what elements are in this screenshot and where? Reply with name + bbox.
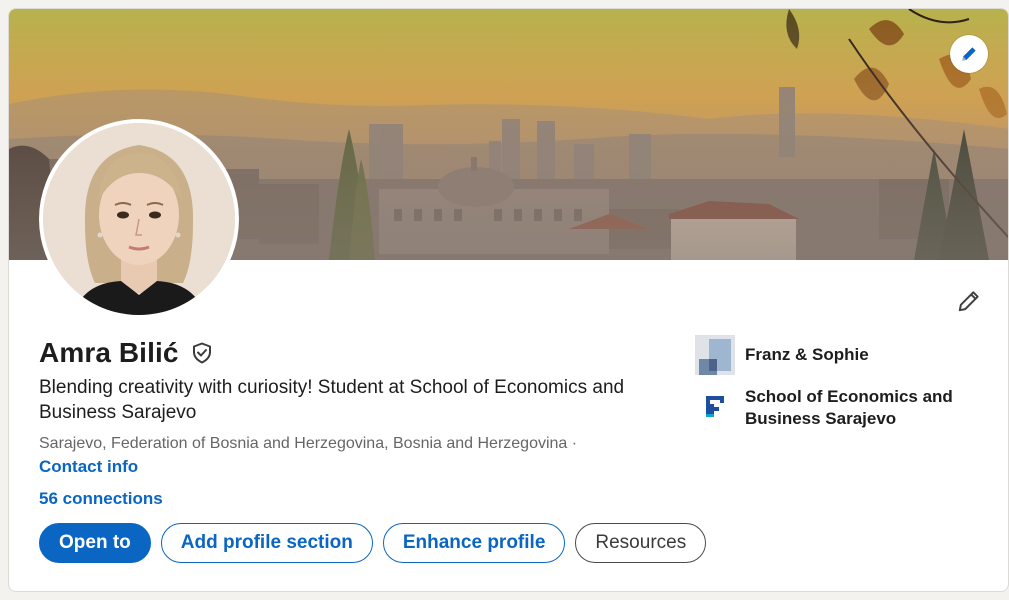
current-company-link[interactable]: Franz & Sophie <box>695 335 869 375</box>
company-logo-icon <box>695 335 735 375</box>
enhance-profile-button[interactable]: Enhance profile <box>382 523 566 563</box>
contact-info-link[interactable]: Contact info <box>39 457 138 477</box>
open-to-button[interactable]: Open to <box>39 523 151 563</box>
profile-card: Amra Bilić Blending creativity with curi… <box>8 8 1009 592</box>
profile-name: Amra Bilić <box>39 337 179 368</box>
school-logo-icon <box>695 385 735 425</box>
profile-actions: Open to Add profile section Enhance prof… <box>39 523 707 563</box>
shield-check-icon[interactable] <box>189 340 215 366</box>
profile-headline: Blending creativity with curiosity! Stud… <box>39 377 625 423</box>
profile-avatar[interactable] <box>39 119 239 319</box>
edit-banner-button[interactable] <box>950 35 988 73</box>
pencil-icon <box>958 291 979 312</box>
company-name: Franz & Sophie <box>745 345 869 364</box>
pencil-icon <box>962 47 976 61</box>
school-name: School of Economics and Business Sarajev… <box>745 387 953 428</box>
add-profile-section-button[interactable]: Add profile section <box>160 523 373 563</box>
resources-button[interactable]: Resources <box>575 523 707 563</box>
education-link[interactable]: School of Economics and Business Sarajev… <box>695 385 965 430</box>
edit-intro-button[interactable] <box>951 283 987 319</box>
connections-link[interactable]: 56 connections <box>39 489 163 509</box>
name-row: Amra Bilić <box>39 337 215 369</box>
profile-location: Sarajevo, Federation of Bosnia and Herze… <box>39 435 578 452</box>
avatar-photo <box>43 123 235 315</box>
